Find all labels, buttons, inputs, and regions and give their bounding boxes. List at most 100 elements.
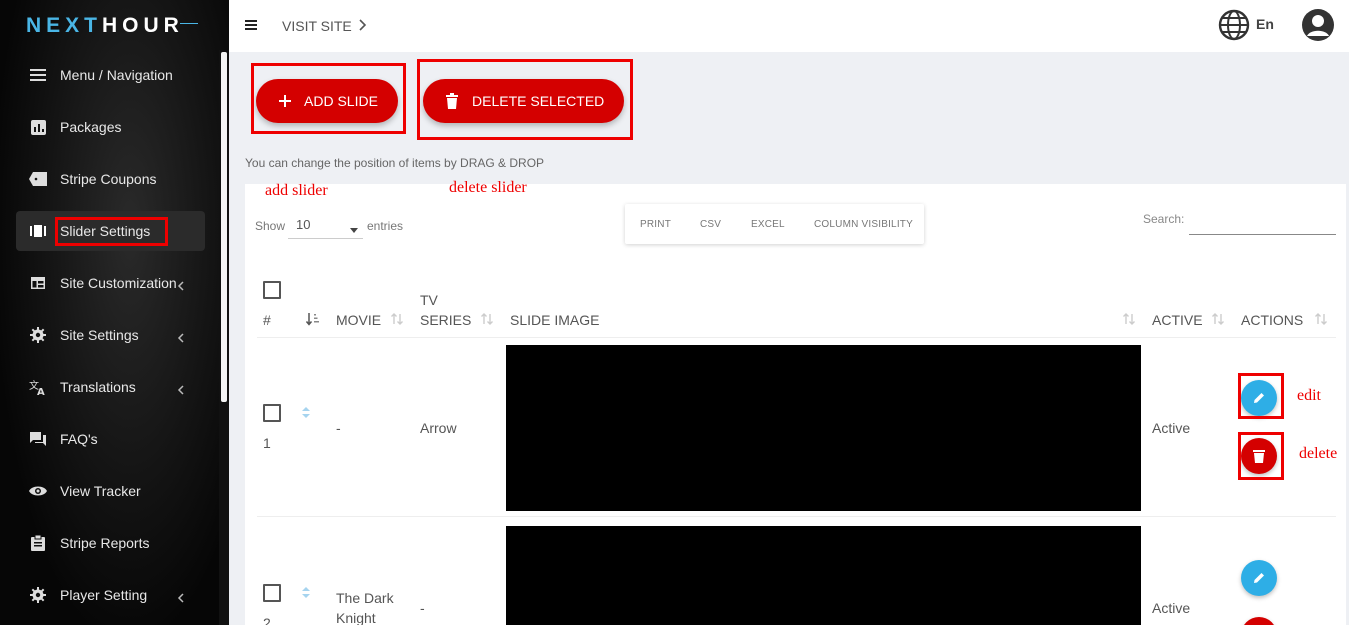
sidebar-item-label: Site Settings xyxy=(60,327,139,343)
search-input[interactable] xyxy=(1189,208,1336,235)
gear-icon xyxy=(29,587,47,603)
chevron-left-icon xyxy=(177,281,189,293)
sidebar-scrollbar[interactable] xyxy=(219,50,229,625)
sidebar-item-player-setting[interactable]: Player Setting xyxy=(16,575,205,615)
sidebar-item-label: Site Customization xyxy=(60,275,177,291)
sidebar-item-faqs[interactable]: FAQ's xyxy=(16,419,205,459)
sidebar-item-packages[interactable]: Packages xyxy=(16,107,205,147)
clipboard-icon xyxy=(29,535,47,551)
sidebar-scrollbar-thumb[interactable] xyxy=(221,52,227,402)
header-tv[interactable]: TV xyxy=(420,292,438,308)
sidebar-item-label: Player Setting xyxy=(60,587,148,603)
row-checkbox[interactable] xyxy=(263,584,281,602)
sidebar: NEXTHOUR Menu / Navigation Packages Stri… xyxy=(0,0,229,625)
sort-icon[interactable] xyxy=(390,312,404,326)
row-divider xyxy=(257,516,1336,517)
pencil-icon xyxy=(1254,573,1264,583)
annotation-add-slider: add slider xyxy=(265,182,328,199)
layout-icon xyxy=(29,275,47,291)
csv-button[interactable]: CSV xyxy=(700,219,721,230)
excel-button[interactable]: EXCEL xyxy=(751,219,785,230)
sidebar-item-stripe-reports[interactable]: Stripe Reports xyxy=(16,523,205,563)
sidebar-item-label: Translations xyxy=(60,379,136,395)
sidebar-item-view-tracker[interactable]: View Tracker xyxy=(16,471,205,511)
sort-icon[interactable] xyxy=(1211,312,1225,326)
globe-icon[interactable] xyxy=(1218,9,1250,41)
highlight-delete xyxy=(1238,432,1284,480)
logo-part-next: NEXT xyxy=(26,14,103,37)
annotation-delete-slider: delete slider xyxy=(449,179,527,196)
search-label: Search: xyxy=(1143,212,1185,226)
sort-icon[interactable] xyxy=(1314,312,1328,326)
sidebar-item-label: FAQ's xyxy=(60,431,98,447)
brand-logo[interactable]: NEXTHOUR xyxy=(26,14,184,38)
sidebar-item-stripe-coupons[interactable]: Stripe Coupons xyxy=(16,159,205,199)
visit-site-link[interactable]: VISIT SITE xyxy=(282,18,352,34)
slider-table-card: Show 10 entries PRINT CSV EXCEL COLUMN V… xyxy=(245,184,1346,625)
sidebar-item-translations[interactable]: 文A Translations xyxy=(16,367,205,407)
header-slide-image[interactable]: SLIDE IMAGE xyxy=(510,312,599,328)
header-divider xyxy=(257,337,1336,338)
sort-asc-icon[interactable] xyxy=(305,312,320,326)
drag-drop-hint: You can change the position of items by … xyxy=(245,156,545,170)
select-all-checkbox[interactable] xyxy=(263,281,281,299)
print-button[interactable]: PRINT xyxy=(640,219,671,230)
highlight-slider-settings xyxy=(55,217,168,246)
row-active-status: Active xyxy=(1152,600,1191,616)
slide-image xyxy=(506,345,1141,511)
sort-icon[interactable] xyxy=(1122,312,1136,326)
bar-chart-icon xyxy=(29,119,47,135)
row-movie: Knight xyxy=(336,610,376,625)
row-movie: The Dark xyxy=(336,590,394,606)
sidebar-item-site-customization[interactable]: Site Customization xyxy=(16,263,205,303)
sidebar-item-label: Menu / Navigation xyxy=(60,67,173,83)
row-tv-series: - xyxy=(420,600,425,616)
row-movie: - xyxy=(336,420,341,436)
user-avatar-icon[interactable] xyxy=(1301,8,1335,42)
page-size-value: 10 xyxy=(296,217,311,232)
show-label: Show xyxy=(255,219,286,233)
row-active-status: Active xyxy=(1152,420,1191,436)
highlight-add-slide xyxy=(251,63,406,134)
chevron-left-icon xyxy=(177,593,189,605)
header-movie[interactable]: MOVIE xyxy=(336,312,381,328)
slide-image xyxy=(506,526,1141,625)
page-size-select[interactable]: 10 xyxy=(288,212,363,239)
chevron-right-icon xyxy=(358,18,368,32)
chevron-left-icon xyxy=(177,385,189,397)
translate-icon: 文A xyxy=(29,379,47,395)
logo-accent-line xyxy=(180,23,198,24)
annotation-delete: delete xyxy=(1299,445,1338,462)
export-button-group: PRINT CSV EXCEL COLUMN VISIBILITY xyxy=(625,204,924,244)
row-number: 2 xyxy=(263,615,271,625)
annotation-edit: edit xyxy=(1297,387,1321,404)
logo-part-hour: HOUR xyxy=(102,14,184,37)
hamburger-menu-icon[interactable] xyxy=(245,20,257,30)
svg-text:A: A xyxy=(37,387,45,395)
highlight-edit xyxy=(1238,373,1284,419)
sort-icon[interactable] xyxy=(480,312,494,326)
delete-button[interactable] xyxy=(1241,617,1277,625)
edit-button[interactable] xyxy=(1241,560,1277,596)
language-selector[interactable]: En xyxy=(1256,16,1274,32)
eye-icon xyxy=(29,483,47,499)
column-visibility-button[interactable]: COLUMN VISIBILITY xyxy=(814,219,913,230)
sidebar-item-label: Packages xyxy=(60,119,122,135)
sidebar-item-label: View Tracker xyxy=(60,483,141,499)
header-actions[interactable]: ACTIONS xyxy=(1241,312,1303,328)
header-active[interactable]: ACTIVE xyxy=(1152,312,1203,328)
caret-down-icon xyxy=(350,221,358,233)
chevron-left-icon xyxy=(177,333,189,345)
ticket-icon xyxy=(29,171,47,187)
header-num: # xyxy=(263,312,271,328)
header-series[interactable]: SERIES xyxy=(420,312,471,328)
menu-icon xyxy=(29,67,47,83)
sidebar-item-menu-navigation[interactable]: Menu / Navigation xyxy=(16,55,205,95)
slider-icon xyxy=(29,223,47,239)
row-number: 1 xyxy=(263,435,271,451)
drag-handle-icon[interactable] xyxy=(301,406,311,420)
drag-handle-icon[interactable] xyxy=(301,586,311,600)
sidebar-item-site-settings[interactable]: Site Settings xyxy=(16,315,205,355)
row-checkbox[interactable] xyxy=(263,404,281,422)
highlight-delete-selected xyxy=(417,59,633,140)
